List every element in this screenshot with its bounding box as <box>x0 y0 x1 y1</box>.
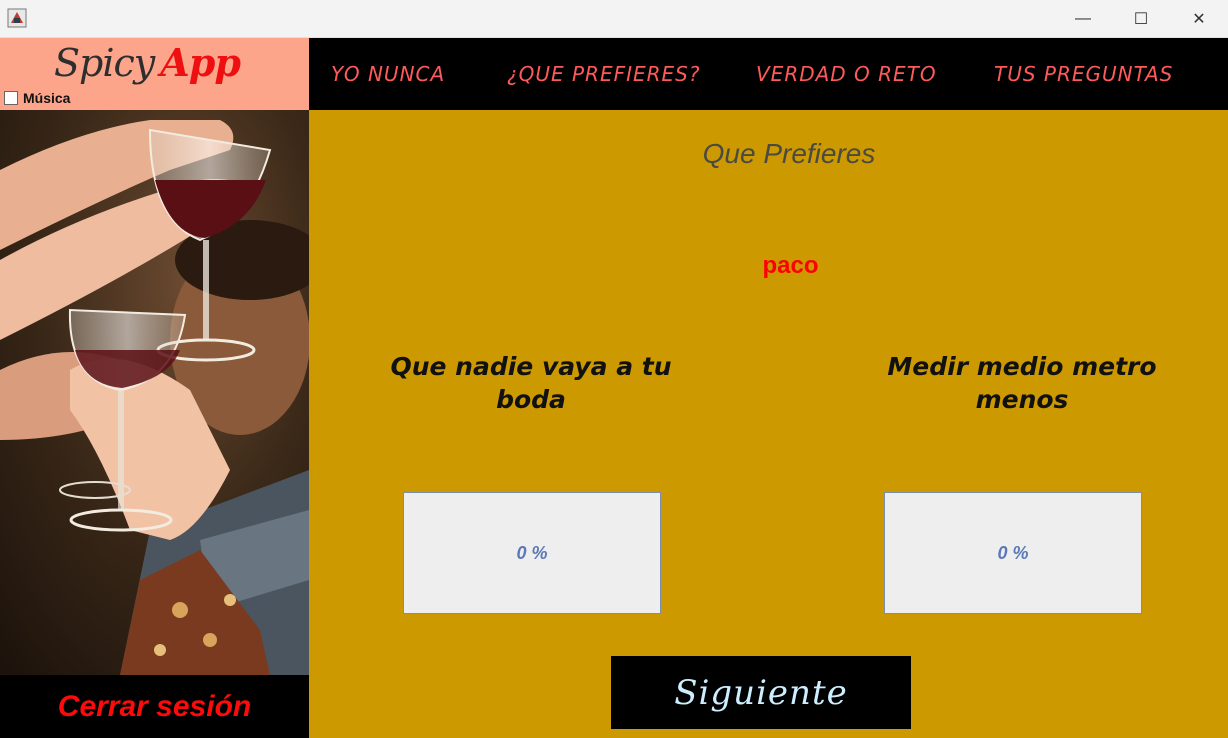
option-2-vote-button[interactable]: 0 % <box>884 492 1142 614</box>
music-checkbox[interactable] <box>4 91 18 105</box>
java-app-icon <box>7 8 27 28</box>
window-titlebar: — ☐ ✕ <box>0 0 1228 38</box>
logo-spicy: Spicy <box>54 41 155 85</box>
nav-que-prefieres[interactable]: ¿QUE PREFIERES? <box>507 62 700 86</box>
option-1-percent: 0 % <box>516 542 548 563</box>
logo-panel: Spicy App Música <box>0 38 309 110</box>
music-toggle[interactable]: Música <box>4 90 70 106</box>
close-button[interactable]: ✕ <box>1170 0 1228 38</box>
minimize-button[interactable]: — <box>1054 0 1112 38</box>
option-2-percent: 0 % <box>997 542 1029 563</box>
nav-yo-nunca[interactable]: YO NUNCA <box>331 62 445 86</box>
nav-verdad-o-reto[interactable]: VERDAD O RETO <box>756 62 937 86</box>
main-panel: Que Prefieres paco Que nadie vaya a tu b… <box>309 110 1228 738</box>
maximize-icon: ☐ <box>1133 11 1149 28</box>
nav-tus-preguntas[interactable]: TUS PREGUNTAS <box>994 62 1173 86</box>
logout-button[interactable]: Cerrar sesión <box>0 675 309 738</box>
app-logo: Spicy App <box>54 40 241 88</box>
toast-illustration <box>0 110 309 675</box>
next-button[interactable]: Siguiente <box>611 656 911 729</box>
top-navbar: YO NUNCA ¿QUE PREFIERES? VERDAD O RETO T… <box>309 38 1228 110</box>
music-label: Música <box>23 90 71 106</box>
maximize-button[interactable]: ☐ <box>1112 0 1170 38</box>
minimize-icon: — <box>1075 10 1091 27</box>
close-icon: ✕ <box>1192 11 1206 28</box>
logo-app: App <box>160 40 241 85</box>
current-player: paco <box>762 252 819 279</box>
page-title: Que Prefieres <box>702 138 876 169</box>
option-1-vote-button[interactable]: 0 % <box>403 492 661 614</box>
option-1-text: Que nadie vaya a tu boda <box>390 352 672 414</box>
toast-photo <box>0 110 309 675</box>
option-2-text: Medir medio metro menos <box>887 352 1157 414</box>
